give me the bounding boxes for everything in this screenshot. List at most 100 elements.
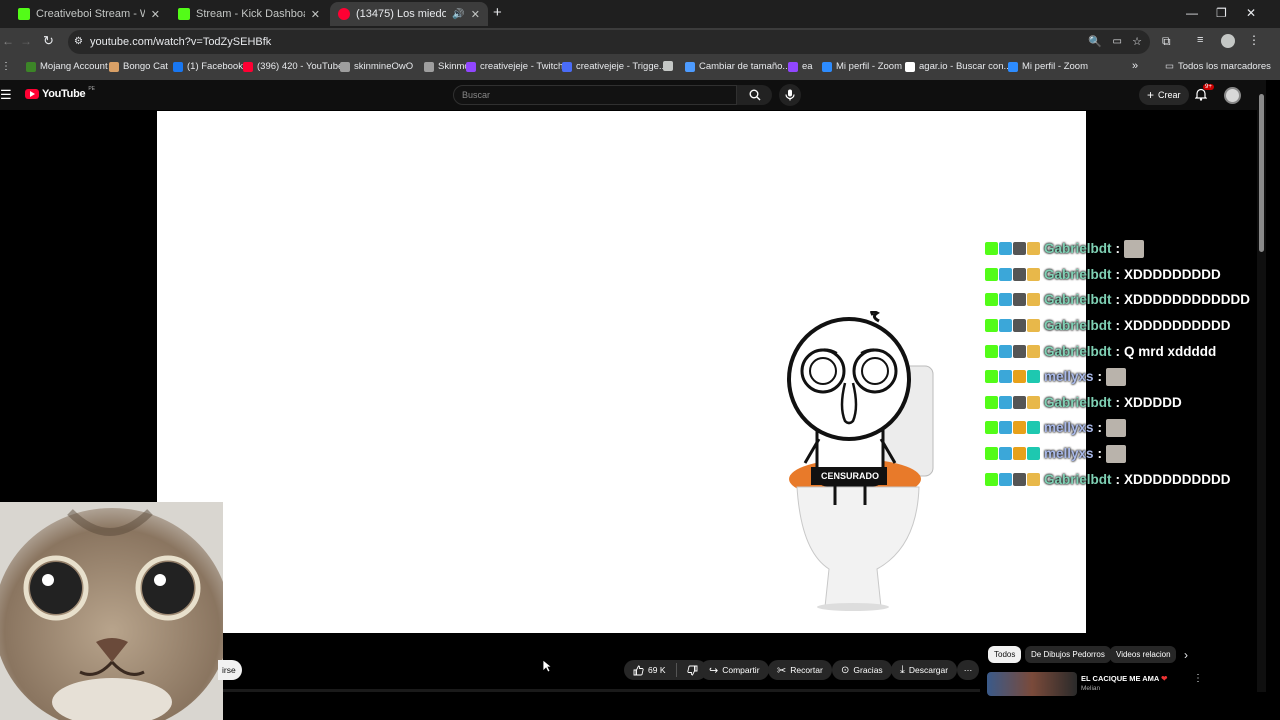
badge-icon (999, 267, 1012, 281)
user-badges (985, 395, 1040, 409)
rec-title[interactable]: EL CACIQUE ME AMA ❤ (1081, 674, 1167, 683)
rec-more-icon[interactable]: ⋮ (1193, 673, 1203, 684)
menu-icon[interactable]: ⋮ (1248, 33, 1260, 47)
user-badges (985, 344, 1040, 358)
bookmarks-overflow-icon[interactable]: » (1132, 60, 1138, 72)
badge-icon (1027, 421, 1040, 435)
close-icon[interactable]: ✕ (471, 8, 480, 21)
more-actions-button[interactable]: ⋯ (957, 660, 979, 680)
tab-youtube[interactable]: (13475) Los miedos - YouTu 🔊 ✕ (330, 2, 488, 26)
chat-message: Gabrielbdt: (985, 236, 1255, 262)
url-field[interactable]: ⚙ youtube.com/watch?v=TodZySEHBfk 🔍 ▭ ☆ (68, 30, 1150, 54)
bookmark-favicon-icon (562, 61, 572, 72)
create-label: Crear (1158, 90, 1181, 100)
reload-icon[interactable]: ↻ (43, 33, 54, 49)
close-icon[interactable]: ✕ (311, 8, 320, 21)
badge-icon (1027, 293, 1040, 307)
media-icon[interactable]: ≡ (1197, 34, 1203, 46)
new-tab-button[interactable]: + (493, 4, 502, 21)
all-bookmarks-folder[interactable]: ▭ Todos los marcadores (1165, 61, 1271, 72)
chevron-right-icon[interactable]: › (1184, 648, 1188, 662)
chat-message: Gabrielbdt: XDDDDDDDDDD (985, 313, 1255, 339)
forward-icon[interactable]: → (20, 34, 32, 48)
zoom-icon[interactable]: 🔍 (1088, 30, 1102, 54)
apps-icon[interactable]: ⋮ (1, 61, 11, 72)
bookmark-item[interactable]: creativejeje - Trigge... (562, 61, 667, 72)
like-dislike-group: 69 K (624, 660, 707, 680)
tab-kick-stream[interactable]: Creativeboi Stream - Watch Liv ✕ (10, 2, 168, 26)
rec-thumbnail[interactable] (987, 672, 1077, 696)
notifications-button[interactable]: 9+ (1194, 84, 1214, 106)
bookmark-item[interactable]: (1) Facebook (173, 61, 243, 72)
site-info-icon[interactable]: ⚙ (74, 30, 83, 54)
bookmark-item[interactable]: (396) 420 - YouTube (243, 61, 343, 72)
extensions-icon[interactable]: ⧉ (1162, 34, 1171, 49)
bookmark-label: agar.io - Buscar con... (919, 61, 1012, 72)
address-bar-row: ← → ↻ ⚙ youtube.com/watch?v=TodZySEHBfk … (0, 28, 1280, 56)
thumbs-down-icon[interactable] (686, 665, 698, 676)
thanks-button[interactable]: ⊙ Gracias (832, 660, 892, 680)
bookmark-favicon-icon (1008, 61, 1018, 72)
chat-separator: : (1097, 369, 1103, 385)
bookmark-item[interactable] (663, 61, 677, 71)
share-button[interactable]: ↪ Compartir (700, 660, 769, 680)
create-button[interactable]: + Crear (1139, 85, 1189, 105)
bookmark-item[interactable]: agar.io - Buscar con... (905, 61, 1011, 72)
hamburger-icon[interactable]: ☰ (0, 87, 12, 103)
badge-icon (1027, 395, 1040, 409)
tab-label: Creativeboi Stream - Watch Liv (36, 8, 145, 20)
bookmark-favicon-icon (26, 61, 36, 72)
youtube-play-icon (25, 89, 39, 99)
badge-icon (1013, 395, 1026, 409)
tab-kick-dashboard[interactable]: Stream - Kick Dashboard ✕ (170, 2, 328, 26)
chat-message: Gabrielbdt: XDDDDDDDDD (985, 262, 1255, 288)
search-input[interactable]: Buscar (453, 85, 737, 105)
bookmark-favicon-icon (243, 61, 253, 72)
bookmark-favicon-icon (822, 61, 832, 72)
scrollbar-thumb[interactable] (1259, 94, 1264, 252)
profile-avatar[interactable] (1221, 34, 1235, 48)
chip-relacionados[interactable]: Videos relacion (1110, 646, 1176, 663)
back-icon[interactable]: ← (2, 34, 14, 48)
chat-separator: : (1115, 241, 1121, 257)
download-icon: ⤓ (900, 663, 905, 676)
badge-icon (985, 242, 998, 256)
clip-button[interactable]: ✂ Recortar (768, 660, 832, 680)
bookmark-favicon-icon (905, 61, 915, 72)
bookmark-item[interactable]: skinmineOwO (340, 61, 413, 72)
bookmark-item[interactable]: Cambiar de tamaño... (685, 61, 790, 72)
download-button[interactable]: ⤓ Descargar (891, 660, 958, 680)
youtube-logo[interactable]: YouTube PE (25, 86, 95, 100)
chip-dibujos[interactable]: De Dibujos Pedorros (1025, 646, 1111, 663)
bookmark-item[interactable]: Skinmc (424, 61, 469, 72)
bookmark-label: Mi perfil - Zoom (1022, 61, 1088, 72)
close-icon[interactable]: ✕ (151, 8, 160, 21)
webcam-overlay (0, 502, 223, 720)
like-count: 69 K (648, 665, 666, 675)
like-button[interactable]: 69 K (633, 665, 666, 676)
voice-search-button[interactable] (779, 84, 801, 106)
bookmark-item[interactable]: ea (788, 61, 813, 72)
cast-icon[interactable]: ▭ (1113, 30, 1122, 54)
bookmark-label: creativejeje - Twitch (480, 61, 564, 72)
thanks-icon: ⊙ (841, 664, 850, 676)
heart-icon: ❤ (1161, 674, 1168, 683)
video-player[interactable]: CENSURADO (157, 111, 1086, 633)
bookmark-item[interactable]: Mojang Account (26, 61, 108, 72)
bookmark-item[interactable]: Mi perfil - Zoom (1008, 61, 1088, 72)
mic-icon (785, 89, 795, 101)
bookmark-item[interactable]: Bongo Cat (109, 61, 168, 72)
chip-todos[interactable]: Todos (988, 646, 1022, 663)
search-button[interactable] (737, 85, 772, 105)
bookmark-item[interactable]: creativejeje - Twitch (466, 61, 563, 72)
notification-badge: 9+ (1203, 84, 1214, 90)
restore-icon[interactable]: ❐ (1216, 6, 1227, 20)
subscribe-button[interactable]: irse (218, 660, 242, 680)
account-avatar[interactable] (1224, 87, 1241, 104)
bookmark-star-icon[interactable]: ☆ (1132, 30, 1142, 54)
bookmark-item[interactable]: Mi perfil - Zoom (822, 61, 902, 72)
bookmarks-bar: ⋮ Mojang Account Bongo Cat (1) Facebook (39… (0, 56, 1280, 80)
minimize-icon[interactable]: — (1186, 6, 1198, 20)
close-window-icon[interactable]: ✕ (1246, 6, 1256, 20)
speaker-icon[interactable]: 🔊 (452, 9, 464, 20)
